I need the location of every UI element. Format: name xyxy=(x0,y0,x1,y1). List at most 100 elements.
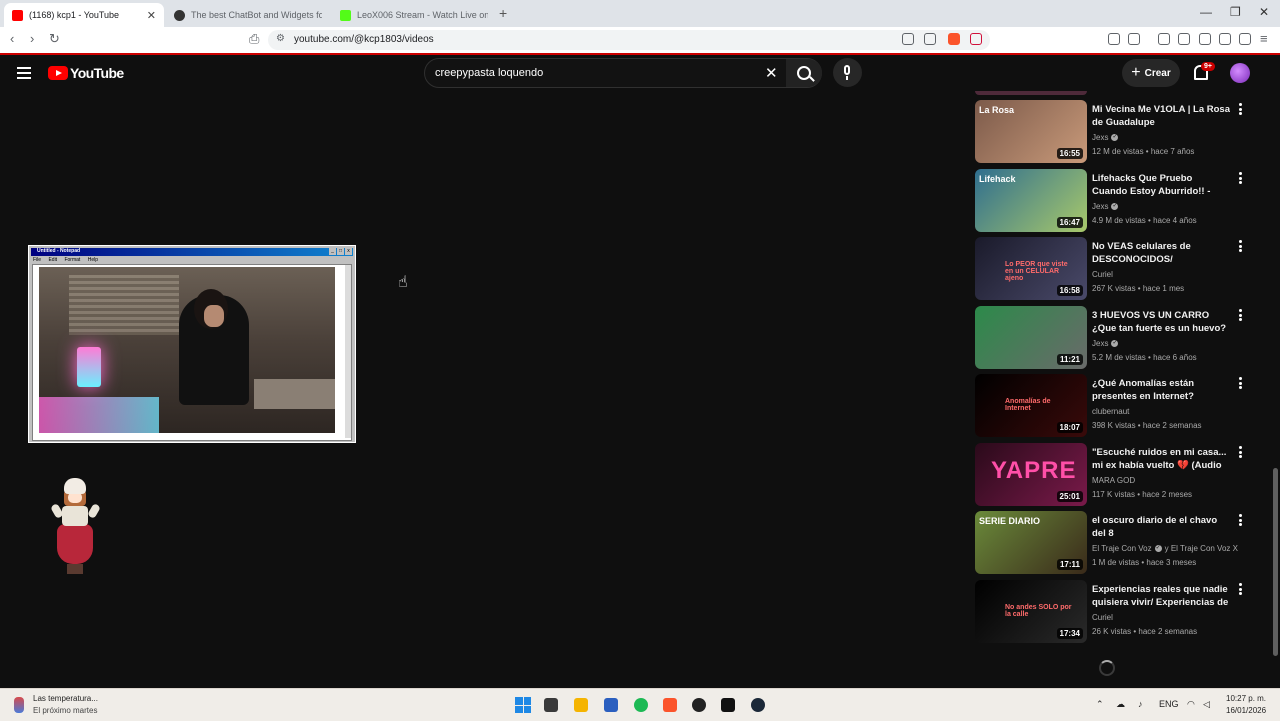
video-channel[interactable]: Jexs ✓ xyxy=(1092,202,1119,211)
channel-name[interactable]: El Traje Con Voz xyxy=(1092,544,1152,553)
weather-icon[interactable] xyxy=(14,697,24,713)
spotify-icon[interactable] xyxy=(634,698,648,712)
video-title[interactable]: No VEAS celulares de DESCONOCIDOS/ Exper… xyxy=(1092,240,1230,266)
video-item[interactable]: No andes SOLO por la calle 17:34 Experienc… xyxy=(975,580,1265,644)
more-actions-icon[interactable] xyxy=(1233,239,1247,255)
share-icon[interactable] xyxy=(924,33,936,45)
video-thumbnail[interactable]: Anomalías de Internet 18:07 xyxy=(975,374,1087,437)
video-thumbnail[interactable]: 11:21 xyxy=(975,306,1087,369)
more-actions-icon[interactable] xyxy=(1233,582,1247,598)
store-icon[interactable] xyxy=(604,698,618,712)
video-title[interactable]: ¿Qué Anomalías están presentes en Intern… xyxy=(1092,377,1230,403)
video-channel[interactable]: Jexs ✓ xyxy=(1092,133,1119,142)
channel-collab[interactable]: y El Traje Con Voz X xyxy=(1165,544,1238,553)
video-thumbnail[interactable]: YAPRE 25:01 xyxy=(975,443,1087,506)
channel-name[interactable]: Curiel xyxy=(1092,270,1113,279)
cloud-icon[interactable]: ☁ xyxy=(1116,699,1125,710)
more-actions-icon[interactable] xyxy=(1233,445,1247,461)
tray-overflow-icon[interactable]: ⌃ xyxy=(1096,699,1104,710)
site-settings-icon[interactable]: ⚙ xyxy=(276,33,285,44)
video-thumbnail[interactable]: Lo PEOR que viste en un CELULAR ajeno 16:… xyxy=(975,237,1087,300)
video-channel[interactable]: Jexs ✓ xyxy=(1092,339,1119,348)
brave-rewards-icon[interactable] xyxy=(970,33,982,45)
cast-icon[interactable] xyxy=(902,33,914,45)
volume-icon[interactable]: ◁ xyxy=(1203,699,1210,710)
maximize-window-icon[interactable]: ❐ xyxy=(1230,5,1241,19)
extensions-icon[interactable] xyxy=(1108,33,1120,45)
brave-browser-icon[interactable] xyxy=(663,698,677,712)
more-actions-icon[interactable] xyxy=(1233,308,1247,324)
guide-menu-icon[interactable] xyxy=(17,67,31,82)
sidebar-icon[interactable] xyxy=(1178,33,1190,45)
video-channel[interactable]: clubernaut xyxy=(1092,407,1129,416)
more-actions-icon[interactable] xyxy=(1233,102,1247,118)
video-channel[interactable]: Curiel xyxy=(1092,613,1113,622)
media-icon[interactable] xyxy=(1158,33,1170,45)
video-title[interactable]: el oscuro diario de el chavo del 8 xyxy=(1092,514,1230,540)
channel-name[interactable]: Jexs xyxy=(1092,339,1108,348)
video-thumbnail[interactable]: SERIE DIARIO 17:11 xyxy=(975,511,1087,574)
page-scrollbar[interactable] xyxy=(1273,468,1278,656)
channel-name[interactable]: Jexs xyxy=(1092,133,1108,142)
video-item[interactable]: SERIE DIARIO 17:11 el oscuro diario de el … xyxy=(975,511,1265,575)
video-item[interactable]: 11:21 3 HUEVOS VS UN CARRO ¿Que tan fuert… xyxy=(975,306,1265,370)
close-window-icon[interactable]: ✕ xyxy=(1259,5,1269,19)
browser-tab-kick[interactable]: LeoX006 Stream - Watch Live on Kick xyxy=(332,3,496,27)
video-title[interactable]: "Escuché ruidos en mi casa... mi ex habí… xyxy=(1092,446,1230,472)
search-box[interactable]: creepypasta loquendo ✕ xyxy=(424,58,822,88)
terminal-icon[interactable] xyxy=(721,698,735,712)
forward-icon[interactable]: › xyxy=(30,31,34,46)
video-item[interactable]: Lo PEOR que viste en un CELULAR ajeno 16:… xyxy=(975,237,1265,301)
clock-date[interactable]: 16/01/2026 xyxy=(1226,706,1266,715)
brave-shields-icon[interactable] xyxy=(948,33,960,45)
app-icon[interactable] xyxy=(692,698,706,712)
voice-search-icon[interactable] xyxy=(833,58,862,87)
wallet-icon[interactable] xyxy=(1199,33,1211,45)
video-channel[interactable]: Curiel xyxy=(1092,270,1113,279)
channel-name[interactable]: clubernaut xyxy=(1092,407,1129,416)
tab-search-icon[interactable] xyxy=(1128,33,1140,45)
browser-tab-youtube[interactable]: (1168) kcp1 - YouTube ✕ xyxy=(4,3,164,27)
tab-close-icon[interactable]: ✕ xyxy=(147,9,156,22)
steam-icon[interactable] xyxy=(751,698,765,712)
back-icon[interactable]: ‹ xyxy=(10,31,14,46)
search-input[interactable]: creepypasta loquendo xyxy=(435,67,543,79)
video-item[interactable]: Lifehack 16:47 Lifehacks Que Pruebo Cuando… xyxy=(975,169,1265,233)
vpn-icon[interactable] xyxy=(1219,33,1231,45)
video-title[interactable]: 3 HUEVOS VS UN CARRO ¿Que tan fuerte es … xyxy=(1092,309,1230,335)
leo-icon[interactable] xyxy=(1239,33,1251,45)
video-item[interactable]: Anomalías de Internet 18:07 ¿Qué Anomalías… xyxy=(975,374,1265,438)
video-thumbnail[interactable]: Lifehack 16:47 xyxy=(975,169,1087,232)
address-bar[interactable]: ⚙ youtube.com/@kcp1803/videos xyxy=(268,30,990,50)
reload-icon[interactable]: ↻ xyxy=(49,31,60,47)
video-thumbnail[interactable]: No andes SOLO por la calle 17:34 xyxy=(975,580,1087,643)
language-indicator[interactable]: ENG xyxy=(1159,699,1179,709)
browser-tab-chatbot[interactable]: The best ChatBot and Widgets for K xyxy=(166,3,330,27)
clear-search-icon[interactable]: ✕ xyxy=(765,64,778,82)
mic-tray-icon[interactable]: ♪ xyxy=(1138,699,1143,709)
search-button[interactable] xyxy=(786,59,822,87)
file-explorer-icon[interactable] xyxy=(574,698,588,712)
more-actions-icon[interactable] xyxy=(1233,513,1247,529)
video-channel[interactable]: MARA GOD xyxy=(1092,476,1135,485)
bookmark-icon[interactable]: ⎙ xyxy=(249,31,259,47)
video-channel[interactable]: El Traje Con Voz ✓ y El Traje Con Voz X xyxy=(1092,544,1238,553)
start-menu-icon[interactable] xyxy=(515,697,531,713)
video-title[interactable]: Experiencias reales que nadie quisiera v… xyxy=(1092,583,1230,609)
video-thumbnail[interactable]: La Rosa 16:55 xyxy=(975,100,1087,163)
task-view-icon[interactable] xyxy=(544,698,558,712)
weather-title[interactable]: Las temperatura... xyxy=(33,694,98,703)
channel-name[interactable]: MARA GOD xyxy=(1092,476,1135,485)
channel-name[interactable]: Jexs xyxy=(1092,202,1108,211)
clock-time[interactable]: 10:27 p. m. xyxy=(1226,694,1266,703)
more-actions-icon[interactable] xyxy=(1233,171,1247,187)
minimize-window-icon[interactable]: — xyxy=(1200,5,1212,19)
new-tab-button[interactable]: + xyxy=(499,5,507,21)
avatar[interactable] xyxy=(1230,63,1250,83)
menu-icon[interactable]: ≡ xyxy=(1260,31,1268,46)
channel-name[interactable]: Curiel xyxy=(1092,613,1113,622)
more-actions-icon[interactable] xyxy=(1233,376,1247,392)
video-title[interactable]: Mi Vecina Me V1OLA | La Rosa de Guadalup… xyxy=(1092,103,1230,129)
youtube-logo[interactable]: YouTube xyxy=(48,65,124,81)
wifi-icon[interactable]: ◠ xyxy=(1187,699,1195,710)
